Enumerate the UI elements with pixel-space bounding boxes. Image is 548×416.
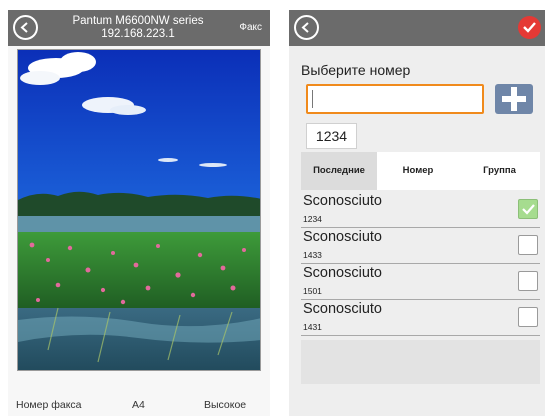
add-number-button[interactable] <box>495 84 533 114</box>
top-bar <box>289 10 545 46</box>
back-button[interactable] <box>294 15 319 40</box>
contact-row[interactable]: Sconosciuto 1234 <box>301 192 540 228</box>
printer-name: Pantum M6600NW series <box>72 15 204 27</box>
contact-row[interactable]: Sconosciuto 1433 <box>301 228 540 264</box>
number-input[interactable] <box>306 84 484 114</box>
contact-row[interactable]: Sconosciuto 1431 <box>301 300 540 336</box>
entered-number-chip[interactable]: 1234 <box>306 123 357 149</box>
contact-name: Sconosciuto <box>303 265 382 281</box>
top-bar: Pantum M6600NW series 192.168.223.1 Факс <box>8 10 270 46</box>
select-number-screen: Выберите номер 1234 Последние Номер Груп… <box>289 10 545 416</box>
tab-group[interactable]: Группа <box>459 152 540 190</box>
confirm-button[interactable] <box>518 16 541 39</box>
back-arrow-icon <box>20 22 28 33</box>
contact-name: Sconosciuto <box>303 193 382 209</box>
list-footer <box>301 340 540 384</box>
fax-preview-screen: Pantum M6600NW series 192.168.223.1 Факс <box>8 10 270 416</box>
back-button[interactable] <box>13 15 38 40</box>
document-preview-image <box>17 49 261 371</box>
contact-name: Sconosciuto <box>303 229 382 245</box>
text-caret <box>312 90 313 108</box>
checkbox-empty-icon[interactable] <box>518 271 538 291</box>
tab-number[interactable]: Номер <box>377 152 459 190</box>
tab-bar: Последние Номер Группа <box>301 152 540 190</box>
paper-size-value[interactable]: A4 <box>132 399 145 411</box>
fax-label[interactable]: Факс <box>239 22 262 33</box>
contact-row[interactable]: Sconosciuto 1501 <box>301 264 540 300</box>
fax-settings-row: Номер факса A4 Высокое <box>8 396 270 416</box>
checkbox-empty-icon[interactable] <box>518 235 538 255</box>
back-arrow-icon <box>301 22 309 33</box>
checkbox-empty-icon[interactable] <box>518 307 538 327</box>
checkbox-checked-icon[interactable] <box>518 199 538 219</box>
contact-number: 1234 <box>303 214 322 224</box>
quality-value[interactable]: Высокое <box>204 399 246 411</box>
contact-number: 1501 <box>303 286 322 296</box>
fax-number-label[interactable]: Номер факса <box>16 399 82 411</box>
contact-number: 1433 <box>303 250 322 260</box>
printer-ip: 192.168.223.1 <box>101 28 175 40</box>
contact-name: Sconosciuto <box>303 301 382 317</box>
checkmark-icon <box>523 22 536 33</box>
tab-recent[interactable]: Последние <box>301 152 377 190</box>
contact-number: 1431 <box>303 322 322 332</box>
select-number-heading: Выберите номер <box>301 62 411 78</box>
